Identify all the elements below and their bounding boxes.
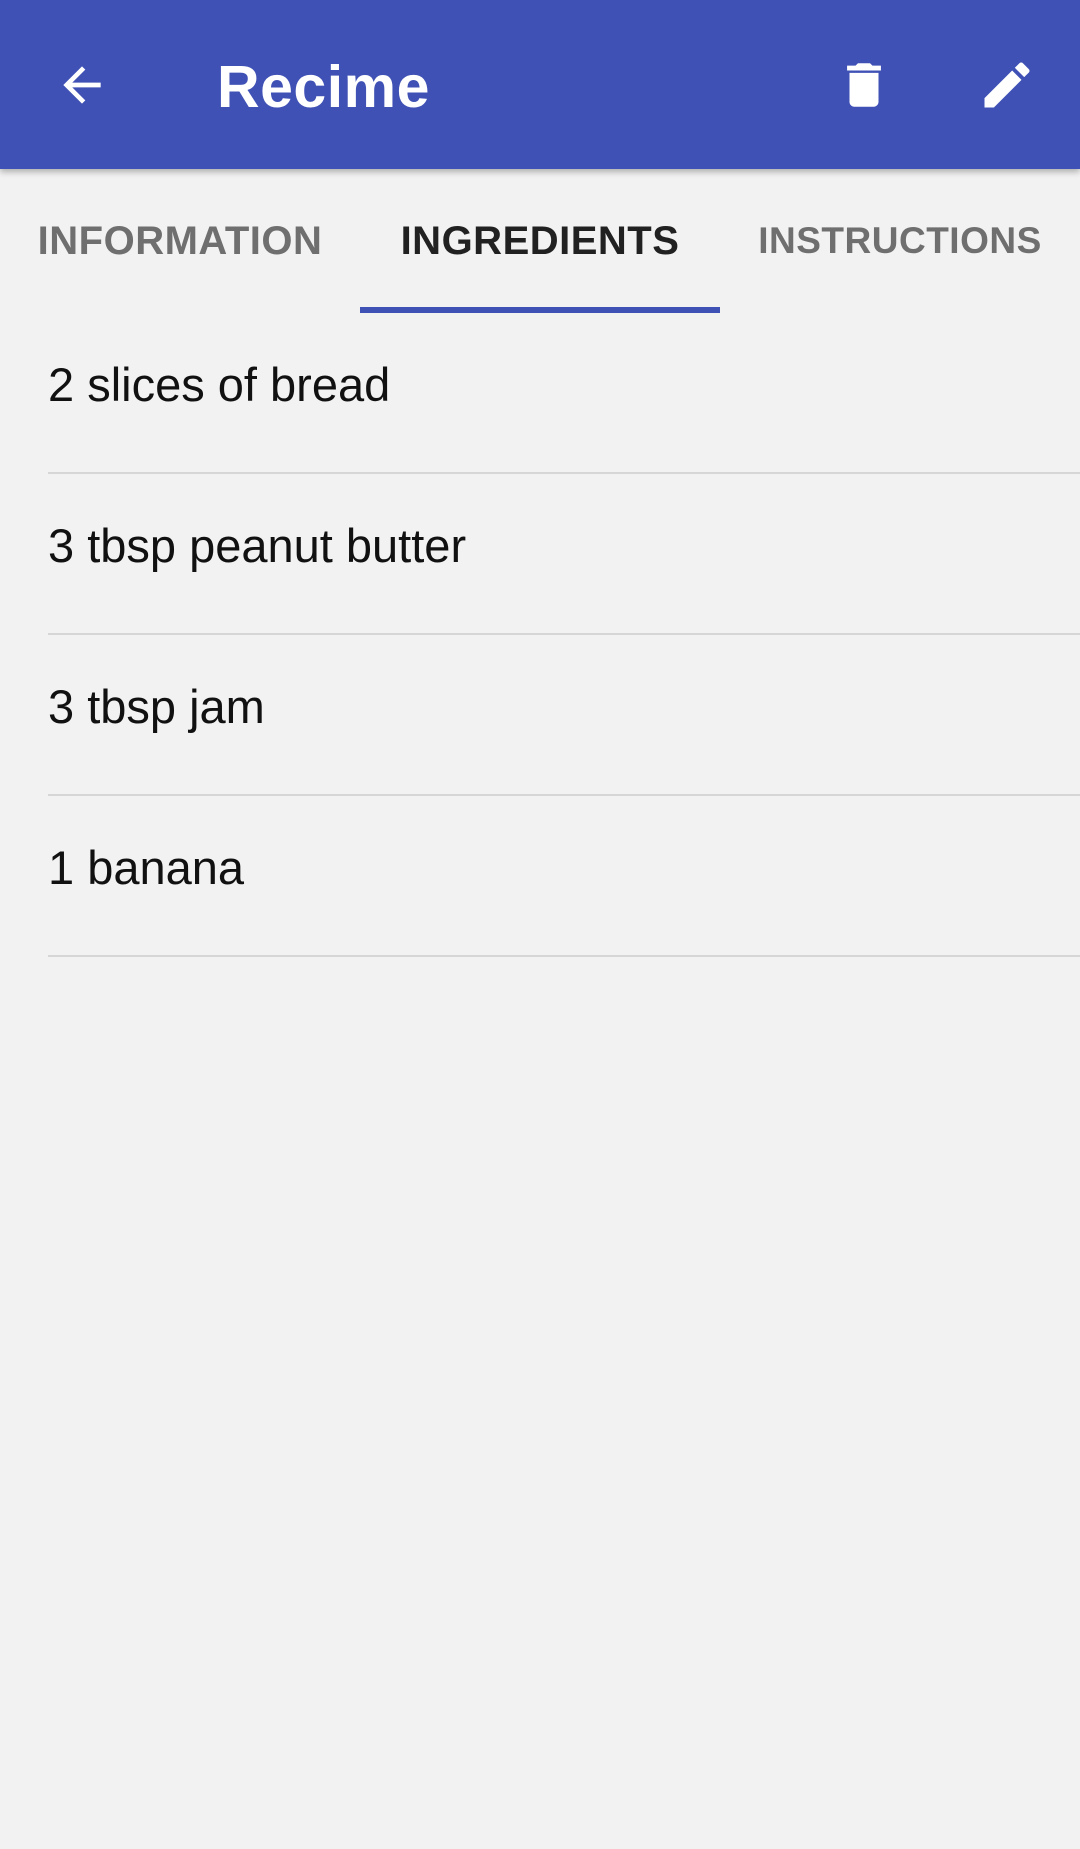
app-title: Recime (217, 54, 430, 120)
ingredient-text: 1 banana (48, 841, 245, 894)
delete-button[interactable] (809, 30, 919, 140)
back-arrow-icon (63, 66, 101, 104)
list-item[interactable]: 2 slices of bread (0, 313, 1080, 474)
ingredient-text: 2 slices of bread (48, 358, 391, 411)
ingredient-text: 3 tbsp jam (48, 680, 265, 733)
trash-icon (847, 63, 881, 107)
back-button[interactable] (27, 30, 137, 140)
tab-information[interactable]: INFORMATION (0, 169, 360, 313)
list-item[interactable]: 1 banana (0, 796, 1080, 957)
ingredient-list: 2 slices of bread 3 tbsp peanut butter 3… (0, 313, 1080, 957)
edit-button[interactable] (952, 30, 1062, 140)
tab-bar: INFORMATION INGREDIENTS INSTRUCTIONS (0, 169, 1080, 313)
divider (48, 955, 1080, 957)
app-bar: Recime (0, 0, 1080, 169)
recipe-screen: Recime INFORMATION INGREDIENTS INSTRUCTI… (0, 0, 1080, 1849)
list-item[interactable]: 3 tbsp jam (0, 635, 1080, 796)
tab-ingredients[interactable]: INGREDIENTS (360, 169, 720, 313)
tab-instructions[interactable]: INSTRUCTIONS (720, 169, 1080, 313)
ingredient-text: 3 tbsp peanut butter (48, 519, 467, 572)
selected-tab-indicator (360, 307, 720, 313)
pencil-icon (984, 62, 1030, 108)
list-item[interactable]: 3 tbsp peanut butter (0, 474, 1080, 635)
